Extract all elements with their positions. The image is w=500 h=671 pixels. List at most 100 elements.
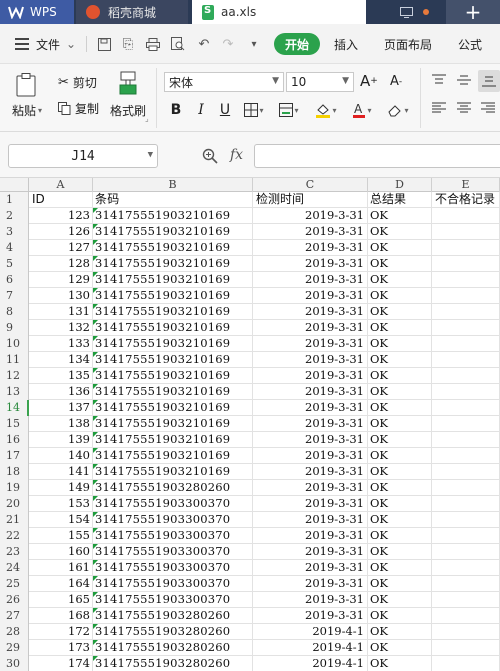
cell-d[interactable]: OK	[368, 272, 432, 288]
cell-d[interactable]: OK	[368, 400, 432, 416]
cell-a[interactable]: 153	[29, 496, 93, 512]
cell-b[interactable]: 314175551903210169	[93, 256, 253, 272]
cell-b[interactable]: 314175551903300370	[93, 496, 253, 512]
cell-a[interactable]: 174	[29, 656, 93, 671]
cell-d1[interactable]: 总结果	[368, 192, 432, 208]
cell-b[interactable]: 314175551903300370	[93, 512, 253, 528]
cell-c[interactable]: 2019-3-31	[253, 528, 368, 544]
tab-daoke-store[interactable]: 稻壳商城	[76, 0, 188, 24]
cell-d[interactable]: OK	[368, 464, 432, 480]
cell-b[interactable]: 314175551903210169	[93, 320, 253, 336]
cell-a[interactable]: 130	[29, 288, 93, 304]
print-preview-icon[interactable]	[170, 36, 186, 52]
cell-e[interactable]	[432, 288, 500, 304]
cell-b[interactable]: 314175551903210169	[93, 208, 253, 224]
cell-a[interactable]: 160	[29, 544, 93, 560]
column-header-e[interactable]: E	[432, 178, 500, 192]
cell-c[interactable]: 2019-3-31	[253, 400, 368, 416]
cell-c[interactable]: 2019-3-31	[253, 448, 368, 464]
cell-d[interactable]: OK	[368, 416, 432, 432]
cell-d[interactable]: OK	[368, 656, 432, 671]
cell-c[interactable]: 2019-3-31	[253, 256, 368, 272]
cell-c[interactable]: 2019-3-31	[253, 352, 368, 368]
row-header[interactable]: 24	[0, 560, 29, 576]
align-right-icon[interactable]	[481, 102, 495, 114]
cell-style-icon[interactable]: ▾	[278, 100, 300, 120]
cell-c[interactable]: 2019-3-31	[253, 224, 368, 240]
row-header[interactable]: 16	[0, 432, 29, 448]
cell-b[interactable]: 314175551903210169	[93, 240, 253, 256]
cell-d[interactable]: OK	[368, 544, 432, 560]
row-header[interactable]: 13	[0, 384, 29, 400]
cell-a[interactable]: 149	[29, 480, 93, 496]
menu-file[interactable]: 文件	[36, 24, 60, 64]
cell-b[interactable]: 314175551903300370	[93, 544, 253, 560]
cell-b[interactable]: 314175551903280260	[93, 624, 253, 640]
tab-wps[interactable]: WPS	[0, 0, 74, 24]
cell-e[interactable]	[432, 640, 500, 656]
cell-c[interactable]: 2019-3-31	[253, 560, 368, 576]
share-icon[interactable]: ⎘	[120, 36, 136, 52]
cell-a[interactable]: 165	[29, 592, 93, 608]
cell-c[interactable]: 2019-3-31	[253, 272, 368, 288]
border-icon[interactable]: ▾	[243, 100, 265, 120]
cell-a[interactable]: 168	[29, 608, 93, 624]
align-middle-icon[interactable]	[457, 74, 471, 86]
cell-b[interactable]: 314175551903210169	[93, 304, 253, 320]
cell-e[interactable]	[432, 224, 500, 240]
cell-d[interactable]: OK	[368, 528, 432, 544]
tab-start[interactable]: 开始	[274, 33, 320, 55]
cell-d[interactable]: OK	[368, 320, 432, 336]
cell-e[interactable]	[432, 480, 500, 496]
zoom-icon[interactable]	[202, 148, 218, 164]
cell-b[interactable]: 314175551903300370	[93, 576, 253, 592]
cell-b[interactable]: 314175551903210169	[93, 368, 253, 384]
row-header[interactable]: 7	[0, 288, 29, 304]
row-header[interactable]: 21	[0, 512, 29, 528]
row-header[interactable]: 1	[0, 192, 29, 208]
row-header[interactable]: 29	[0, 640, 29, 656]
cell-e[interactable]	[432, 208, 500, 224]
cell-c[interactable]: 2019-4-1	[253, 656, 368, 671]
paste-button[interactable]: 粘贴 ▾	[12, 102, 42, 119]
cell-a[interactable]: 131	[29, 304, 93, 320]
cell-e[interactable]	[432, 368, 500, 384]
cell-e[interactable]	[432, 272, 500, 288]
new-tab-button[interactable]: +	[446, 0, 500, 24]
cell-c[interactable]: 2019-3-31	[253, 432, 368, 448]
cell-e[interactable]	[432, 528, 500, 544]
cell-c[interactable]: 2019-3-31	[253, 544, 368, 560]
cell-e[interactable]	[432, 624, 500, 640]
cell-d[interactable]: OK	[368, 368, 432, 384]
cell-a[interactable]: 135	[29, 368, 93, 384]
row-header[interactable]: 6	[0, 272, 29, 288]
clear-format-icon[interactable]: ▾	[386, 100, 410, 120]
select-all-corner[interactable]	[0, 178, 29, 192]
cell-a[interactable]: 172	[29, 624, 93, 640]
cell-a[interactable]: 128	[29, 256, 93, 272]
cell-d[interactable]: OK	[368, 336, 432, 352]
row-header[interactable]: 3	[0, 224, 29, 240]
cell-d[interactable]: OK	[368, 208, 432, 224]
row-header[interactable]: 9	[0, 320, 29, 336]
cell-b[interactable]: 314175551903210169	[93, 272, 253, 288]
cell-a[interactable]: 154	[29, 512, 93, 528]
row-header[interactable]: 20	[0, 496, 29, 512]
cell-a[interactable]: 155	[29, 528, 93, 544]
cell-a[interactable]: 173	[29, 640, 93, 656]
row-header[interactable]: 10	[0, 336, 29, 352]
cell-d[interactable]: OK	[368, 384, 432, 400]
cell-e[interactable]	[432, 592, 500, 608]
cell-a[interactable]: 161	[29, 560, 93, 576]
cell-b[interactable]: 314175551903280260	[93, 656, 253, 671]
cell-a[interactable]: 164	[29, 576, 93, 592]
cell-a[interactable]: 137	[29, 400, 93, 416]
row-header[interactable]: 4	[0, 240, 29, 256]
cell-b1[interactable]: 条码	[93, 192, 253, 208]
cell-a[interactable]: 134	[29, 352, 93, 368]
cell-c[interactable]: 2019-3-31	[253, 384, 368, 400]
cell-d[interactable]: OK	[368, 432, 432, 448]
cell-e[interactable]	[432, 416, 500, 432]
cell-b[interactable]: 314175551903210169	[93, 384, 253, 400]
cell-e[interactable]	[432, 256, 500, 272]
